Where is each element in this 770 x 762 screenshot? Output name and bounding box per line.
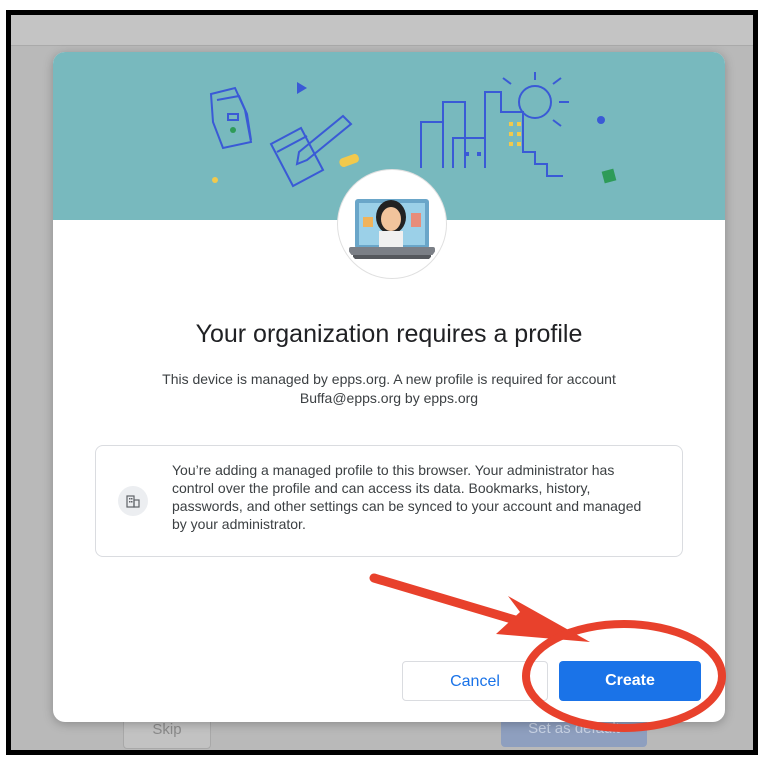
avatar-image — [341, 173, 443, 275]
create-button[interactable]: Create — [559, 661, 701, 701]
screenshot-frame: Skip Set as default Your organization re… — [6, 10, 758, 755]
notice-text: You’re adding a managed profile to this … — [172, 462, 642, 532]
subtitle-line-1: This device is managed by epps.org. A ne… — [162, 371, 616, 387]
building-icon — [118, 486, 148, 516]
managed-profile-notice: You’re adding a managed profile to this … — [95, 445, 683, 557]
user-avatar — [338, 170, 446, 278]
profile-dialog: Your organization requires a profile Thi… — [53, 52, 725, 722]
cancel-button[interactable]: Cancel — [402, 661, 548, 701]
subtitle-line-2: Buffa@epps.org by epps.org — [299, 390, 479, 406]
background-toolbar — [11, 15, 753, 46]
dialog-subtitle: This device is managed by epps.org. A ne… — [103, 370, 675, 408]
dialog-title: Your organization requires a profile — [195, 320, 583, 348]
